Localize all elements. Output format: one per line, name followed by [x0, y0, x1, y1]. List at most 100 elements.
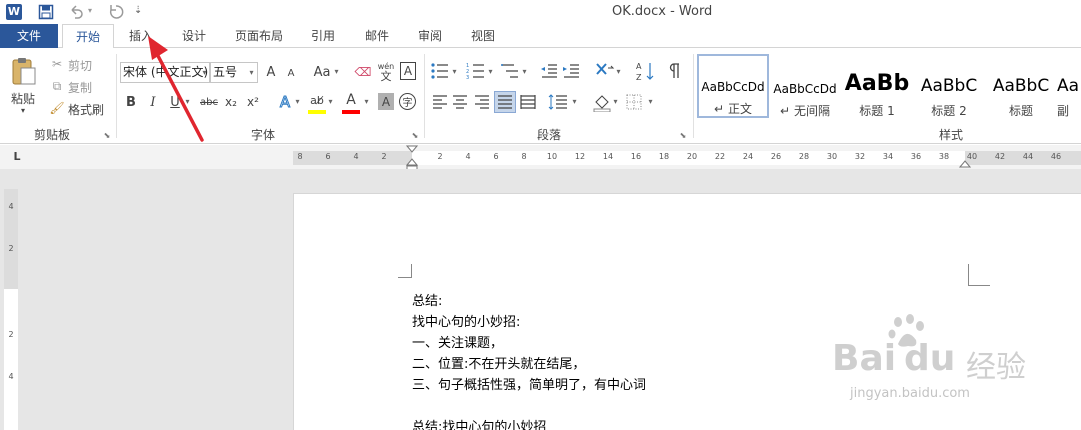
paste-dropdown-icon[interactable]: ▾: [21, 106, 25, 115]
character-shading-icon[interactable]: A: [378, 93, 394, 110]
borders-dropdown-icon[interactable]: ▾: [646, 91, 655, 112]
cut-button[interactable]: 剪切: [68, 57, 92, 74]
ruler-number: 28: [798, 152, 810, 161]
line-spacing-dropdown-icon[interactable]: ▾: [570, 91, 579, 112]
ruler-number: 14: [602, 152, 614, 161]
document-line[interactable]: 总结:: [412, 290, 442, 309]
subscript-button[interactable]: x₂: [222, 92, 240, 112]
save-icon[interactable]: [38, 4, 54, 20]
character-border-icon[interactable]: A: [400, 62, 416, 80]
style-name: ↵ 正文: [714, 102, 752, 116]
ruler-number: 4: [353, 152, 359, 161]
ruler-number: 46: [1050, 152, 1062, 161]
font-size-dropdown-icon[interactable]: ▾: [247, 62, 256, 83]
phonetic-char-text: 文: [380, 70, 392, 83]
shading-icon[interactable]: [592, 92, 612, 112]
document-line[interactable]: 找中心句的小妙招:: [412, 311, 520, 330]
align-left-icon[interactable]: [432, 94, 448, 110]
sort-icon[interactable]: AZ: [636, 60, 654, 82]
paste-icon[interactable]: [10, 56, 38, 86]
bullets-dropdown-icon[interactable]: ▾: [450, 61, 459, 82]
tab-layout[interactable]: 页面布局: [226, 24, 292, 48]
format-painter-button[interactable]: 格式刷: [68, 101, 104, 118]
ruler-number: 20: [686, 152, 698, 161]
clear-formatting-icon[interactable]: ⌫: [354, 62, 372, 82]
style-title[interactable]: AaBbC 标题: [985, 58, 1057, 122]
enclose-characters-icon[interactable]: 字: [399, 93, 416, 110]
asian-layout-dropdown-icon[interactable]: ▾: [614, 61, 623, 82]
decrease-indent-icon[interactable]: [540, 62, 558, 80]
font-launcher-icon[interactable]: ⬊: [410, 130, 420, 140]
tab-home[interactable]: 开始: [62, 24, 114, 49]
highlight-color-icon[interactable]: ab̸: [308, 90, 326, 110]
distributed-icon[interactable]: [520, 94, 536, 110]
show-formatting-marks-icon[interactable]: [668, 62, 682, 80]
tab-view[interactable]: 视图: [460, 24, 506, 48]
copy-icon[interactable]: ⧉: [50, 78, 64, 94]
style-sample: Aa: [1057, 76, 1080, 96]
highlight-dropdown-icon[interactable]: ▾: [326, 91, 335, 112]
font-color-icon[interactable]: A: [342, 90, 360, 110]
style-name: 副: [1057, 104, 1070, 118]
style-subtitle[interactable]: Aa 副: [1057, 58, 1081, 122]
align-right-icon[interactable]: [474, 94, 490, 110]
copy-button[interactable]: 复制: [68, 79, 92, 96]
style-heading-2[interactable]: AaBbC 标题 2: [913, 58, 985, 122]
tab-file[interactable]: 文件: [0, 24, 58, 48]
style-sample: AaBbC: [992, 76, 1050, 96]
align-center-icon[interactable]: [452, 94, 468, 110]
ruler-number: 30: [826, 152, 838, 161]
text-effects-dropdown-icon[interactable]: ▾: [293, 91, 302, 112]
bold-button[interactable]: B: [122, 92, 140, 112]
document-line[interactable]: 三、句子概括性强，简单明了，有中心词: [412, 374, 646, 393]
customize-quick-access-icon[interactable]: ⇣: [134, 5, 142, 16]
baidu-jingyan-watermark: Bai du 经验 jingyan.baidu.com: [826, 312, 1076, 412]
document-line[interactable]: 一、关注课题，: [412, 332, 503, 351]
change-case-dropdown-icon[interactable]: ▾: [332, 61, 341, 82]
style-sample: AaBbC: [920, 76, 978, 96]
undo-icon[interactable]: [68, 4, 84, 20]
crop-mark-top-right: [968, 264, 990, 286]
word-app-icon[interactable]: W: [6, 4, 22, 20]
ruler-number: 24: [742, 152, 754, 161]
increase-indent-icon[interactable]: [562, 62, 580, 80]
style-heading-1[interactable]: AaBb 标题 1: [841, 58, 913, 122]
format-painter-icon[interactable]: 🖌: [49, 100, 64, 116]
clipboard-launcher-icon[interactable]: ⬊: [102, 130, 112, 140]
numbering-icon[interactable]: 123: [466, 62, 486, 80]
superscript-button[interactable]: x²: [244, 92, 262, 112]
numbering-dropdown-icon[interactable]: ▾: [486, 61, 495, 82]
right-indent-marker[interactable]: [959, 158, 971, 168]
multilevel-list-icon[interactable]: [500, 62, 520, 80]
tab-review[interactable]: 审阅: [407, 24, 453, 48]
font-group-label: 字体: [250, 128, 275, 142]
tab-mailings[interactable]: 邮件: [354, 24, 400, 48]
text-effects-icon[interactable]: A: [276, 92, 294, 112]
multilevel-dropdown-icon[interactable]: ▾: [520, 61, 529, 82]
font-color-dropdown-icon[interactable]: ▾: [362, 91, 371, 112]
change-case-icon[interactable]: Aa: [310, 62, 334, 82]
shrink-font-icon[interactable]: A: [283, 64, 299, 82]
phonetic-guide-icon[interactable]: wén 文: [376, 60, 396, 84]
justify-icon[interactable]: [497, 94, 513, 110]
paste-button[interactable]: 粘贴: [11, 90, 35, 107]
bullets-icon[interactable]: [430, 62, 450, 80]
shading-dropdown-icon[interactable]: ▾: [611, 91, 620, 112]
style-normal[interactable]: AaBbCcDd ↵ 正文: [697, 54, 769, 118]
ruler-number: 38: [938, 152, 950, 161]
ruler-number: 8: [297, 152, 303, 161]
document-line[interactable]: 总结:找中心句的小妙招: [412, 416, 546, 430]
asian-layout-icon[interactable]: [594, 60, 616, 80]
line-spacing-icon[interactable]: [548, 94, 568, 110]
grow-font-icon[interactable]: A: [262, 62, 280, 82]
tab-selector-button[interactable]: L: [10, 150, 24, 164]
tab-references[interactable]: 引用: [300, 24, 346, 48]
paragraph-launcher-icon[interactable]: ⬊: [678, 130, 688, 140]
document-line[interactable]: 二、位置:不在开头就在结尾，: [412, 353, 585, 372]
undo-dropdown-icon[interactable]: ▾: [88, 6, 92, 15]
borders-icon[interactable]: [626, 94, 642, 110]
ruler-number: 8: [521, 152, 527, 161]
cut-icon[interactable]: ✂: [50, 56, 64, 72]
style-no-spacing[interactable]: AaBbCcDd ↵ 无间隔: [769, 58, 841, 122]
redo-icon[interactable]: [108, 4, 124, 20]
